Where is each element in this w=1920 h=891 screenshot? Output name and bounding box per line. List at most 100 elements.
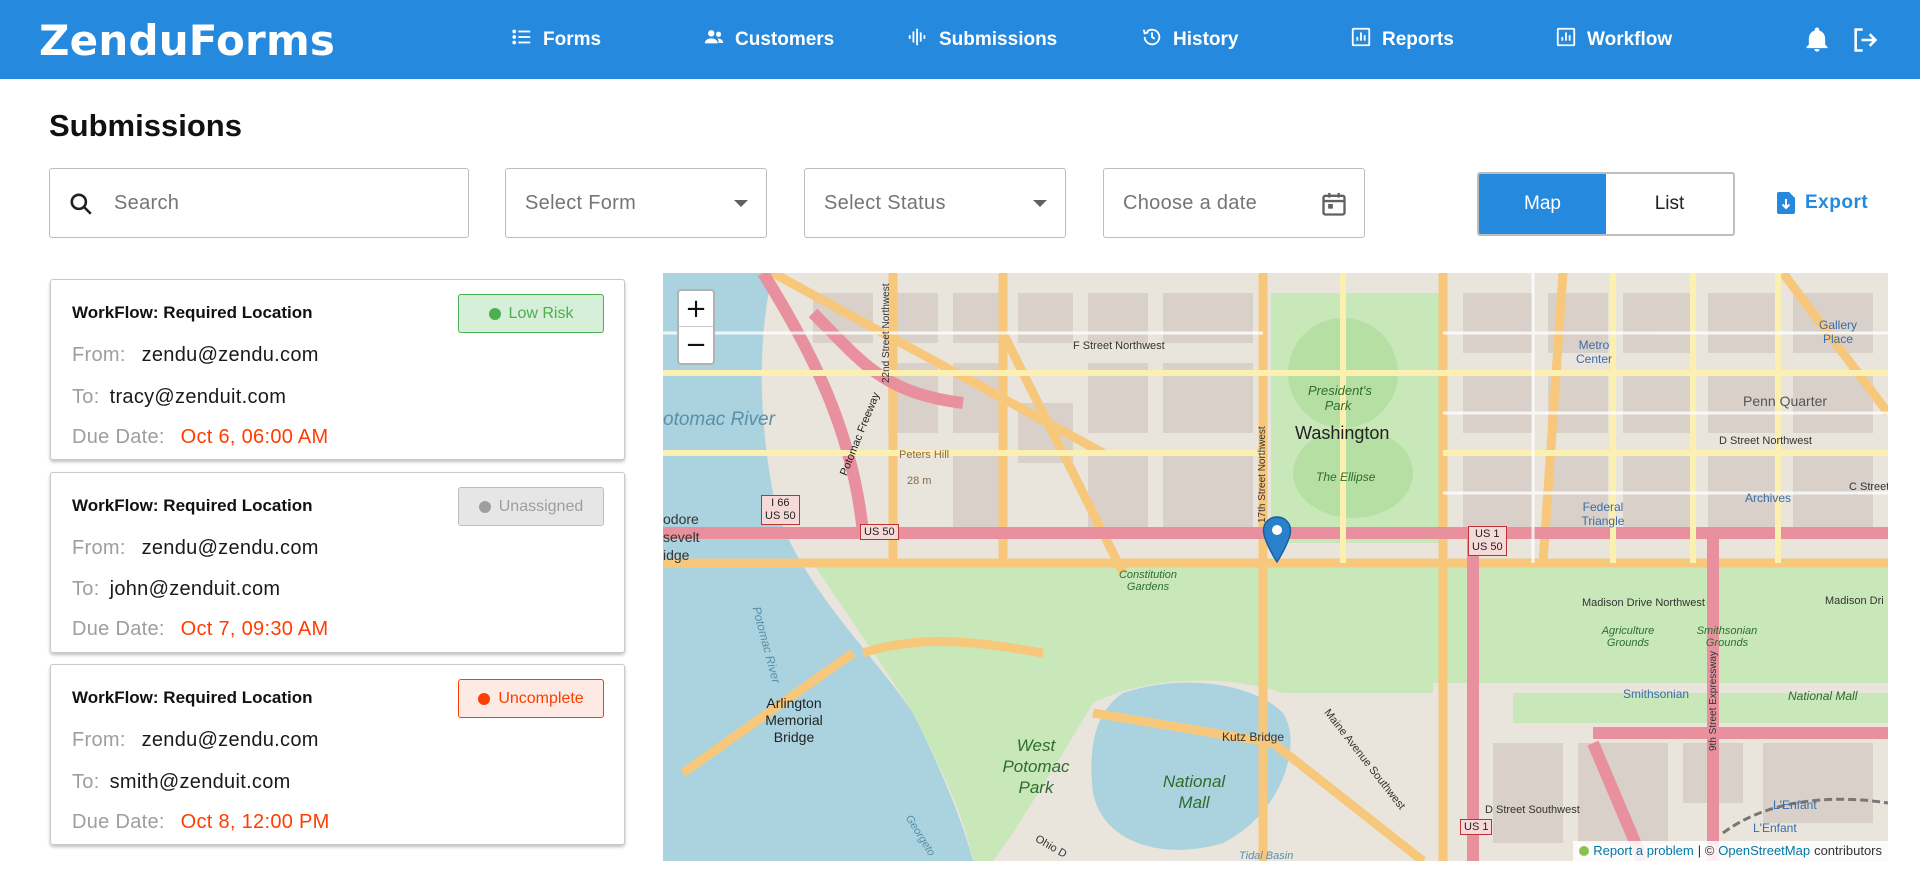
map-label: 17th Street Northwest bbox=[1257, 426, 1268, 523]
from-row: From: zendu@zendu.com bbox=[72, 344, 319, 367]
nav-forms[interactable]: Forms bbox=[511, 24, 601, 56]
brand-logo[interactable]: ZenduForms bbox=[39, 16, 335, 65]
road-shield: US 1 bbox=[1460, 819, 1493, 835]
status-label: Unassigned bbox=[498, 497, 584, 515]
map-label: Washington bbox=[1295, 423, 1390, 443]
nav-submissions[interactable]: Submissions bbox=[907, 24, 1057, 56]
select-status-placeholder: Select Status bbox=[824, 191, 946, 214]
submission-title: WorkFlow: Required Location bbox=[72, 688, 313, 707]
nav-forms-label: Forms bbox=[543, 29, 602, 50]
report-problem-link[interactable]: Report a problem bbox=[1593, 843, 1693, 858]
road-shield: US 1 US 50 bbox=[1468, 526, 1507, 556]
status-badge: Unassigned bbox=[458, 487, 604, 526]
calendar-icon[interactable] bbox=[1320, 190, 1348, 218]
map-label: Peters Hill bbox=[899, 449, 950, 461]
to-value: smith@zenduit.com bbox=[109, 771, 291, 793]
to-value: tracy@zenduit.com bbox=[109, 386, 287, 408]
select-form-dropdown[interactable]: Select Form bbox=[505, 168, 767, 238]
list-view-button[interactable]: List bbox=[1606, 174, 1733, 234]
road-shield: US 50 bbox=[860, 524, 899, 540]
map-label: Gallery Place bbox=[1818, 318, 1857, 346]
zoom-in-button[interactable]: + bbox=[679, 291, 713, 327]
date-picker-field[interactable]: Choose a date bbox=[1103, 168, 1365, 238]
map-label: National Mall bbox=[1162, 772, 1226, 812]
map-attribution: Report a problem | © OpenStreetMap contr… bbox=[1573, 841, 1888, 861]
export-icon bbox=[1777, 192, 1795, 214]
search-box[interactable] bbox=[49, 168, 469, 238]
map-label: National Mall bbox=[1788, 689, 1858, 703]
export-button[interactable]: Export bbox=[1775, 190, 1868, 216]
due-row: Due Date: Oct 6, 06:00 AM bbox=[72, 426, 329, 449]
map-label: 22nd Street Northwest bbox=[881, 283, 892, 384]
road-shield-label: US 1 bbox=[1475, 528, 1500, 540]
from-label: From: bbox=[72, 344, 126, 366]
select-status-dropdown[interactable]: Select Status bbox=[804, 168, 1066, 238]
map-label: The Ellipse bbox=[1316, 470, 1376, 484]
from-label: From: bbox=[72, 537, 126, 559]
due-row: Due Date: Oct 7, 09:30 AM bbox=[72, 618, 329, 641]
nav-workflow[interactable]: Workflow bbox=[1555, 24, 1672, 56]
nav-workflow-label: Workflow bbox=[1587, 29, 1673, 50]
map-label: Constitution Gardens bbox=[1118, 569, 1178, 593]
to-label: To: bbox=[72, 578, 100, 600]
from-row: From: zendu@zendu.com bbox=[72, 729, 319, 752]
nav-customers-label: Customers bbox=[735, 29, 835, 50]
top-navbar: ZenduForms Forms Customers Submissions H… bbox=[0, 0, 1920, 79]
from-value: zendu@zendu.com bbox=[141, 344, 319, 366]
status-badge: Uncomplete bbox=[458, 679, 604, 718]
status-badge: Low Risk bbox=[458, 294, 604, 333]
map-label: Metro Center bbox=[1575, 338, 1613, 366]
map-label: odore bbox=[663, 511, 699, 527]
map-pin-icon[interactable] bbox=[1262, 516, 1292, 564]
submission-title: WorkFlow: Required Location bbox=[72, 496, 313, 515]
submission-card[interactable]: WorkFlow: Required Location Low Risk Fro… bbox=[50, 279, 625, 460]
status-dot-icon bbox=[478, 692, 491, 705]
due-value: Oct 7, 09:30 AM bbox=[180, 618, 329, 640]
map-label: L'Enfant bbox=[1753, 821, 1797, 835]
bell-icon[interactable] bbox=[1801, 24, 1833, 56]
map-label: 9th Street Expressway bbox=[1708, 650, 1719, 751]
zoom-out-button[interactable]: − bbox=[679, 327, 713, 363]
search-input[interactable] bbox=[64, 169, 404, 237]
from-value: zendu@zendu.com bbox=[141, 537, 319, 559]
map-label: President's Park bbox=[1308, 383, 1372, 413]
nav-reports-label: Reports bbox=[1382, 29, 1454, 50]
to-row: To: john@zenduit.com bbox=[72, 578, 280, 601]
to-row: To: tracy@zenduit.com bbox=[72, 386, 286, 409]
map-label: West Potomac Park bbox=[1002, 736, 1070, 797]
attribution-suffix: contributors bbox=[1814, 843, 1882, 858]
map-tiles bbox=[663, 273, 1888, 861]
list-icon bbox=[511, 26, 533, 54]
from-value: zendu@zendu.com bbox=[141, 729, 319, 751]
nav-customers[interactable]: Customers bbox=[703, 24, 834, 56]
nav-history-label: History bbox=[1173, 29, 1239, 50]
people-icon bbox=[703, 26, 725, 54]
road-shield: I 66 US 50 bbox=[761, 495, 800, 525]
status-dot-icon bbox=[478, 500, 491, 513]
map-view-button[interactable]: Map bbox=[1479, 174, 1606, 234]
nav-history[interactable]: History bbox=[1141, 24, 1238, 56]
road-shield-label: US 50 bbox=[765, 510, 796, 522]
waveform-icon bbox=[907, 26, 929, 54]
status-dot-icon bbox=[488, 307, 501, 320]
submission-card[interactable]: WorkFlow: Required Location Uncomplete F… bbox=[50, 664, 625, 845]
map-label: Penn Quarter bbox=[1743, 393, 1828, 409]
map-label: Agriculture Grounds bbox=[1601, 625, 1655, 649]
chevron-down-icon bbox=[1033, 200, 1047, 207]
map-label: otomac River bbox=[663, 409, 775, 430]
submission-card[interactable]: WorkFlow: Required Location Unassigned F… bbox=[50, 472, 625, 653]
map-label: D Street Southwest bbox=[1485, 804, 1580, 816]
map-label: F Street Northwest bbox=[1073, 340, 1165, 352]
nav-submissions-label: Submissions bbox=[939, 29, 1058, 50]
openstreetmap-link[interactable]: OpenStreetMap bbox=[1718, 843, 1810, 858]
map-label: Madison Dri bbox=[1825, 595, 1884, 607]
due-label: Due Date: bbox=[72, 811, 165, 833]
logout-icon[interactable] bbox=[1849, 24, 1881, 56]
due-value: Oct 8, 12:00 PM bbox=[180, 811, 330, 833]
page-title: Submissions bbox=[49, 108, 242, 143]
map-label: Arlington Memorial Bridge bbox=[765, 695, 823, 745]
map-view[interactable]: otomac River Washington President's Park… bbox=[663, 273, 1888, 861]
bar-chart-icon bbox=[1350, 26, 1372, 54]
map-label: Tidal Basin bbox=[1239, 850, 1294, 861]
nav-reports[interactable]: Reports bbox=[1350, 24, 1454, 56]
